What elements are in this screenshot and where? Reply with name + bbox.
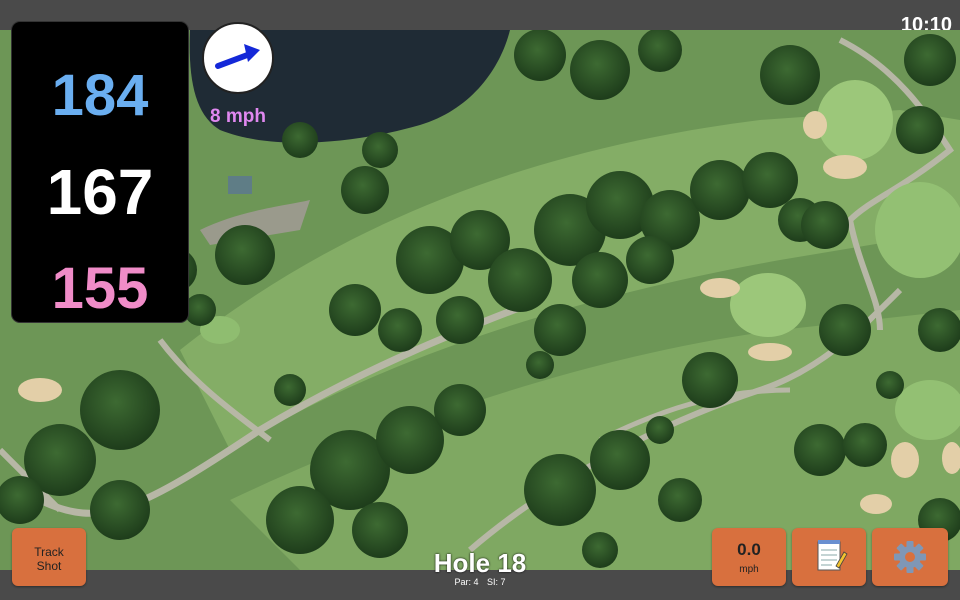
back-distance: 184: [51, 63, 149, 128]
wind-speed: 8 mph: [210, 106, 266, 127]
notepad-icon: [817, 540, 848, 571]
hole-title: Hole 18: [433, 548, 527, 578]
speed-unit: mph: [739, 564, 759, 575]
scorecard-notes-button[interactable]: [792, 528, 866, 586]
hole-stroke-index: SI: 7: [487, 577, 506, 587]
wind-indicator: [202, 22, 274, 94]
gear-icon: [894, 541, 926, 573]
distance-panel: 184 167 155: [12, 22, 188, 322]
front-distance: 155: [51, 256, 149, 321]
settings-button[interactable]: [872, 528, 948, 586]
track-shot-label-line1: Track: [34, 545, 64, 559]
speed-button[interactable]: 0.0 mph: [712, 528, 786, 586]
track-shot-button[interactable]: Track Shot: [12, 528, 86, 586]
hole-par: Par: 4: [454, 577, 479, 587]
hole-info: Par: 4 SI: 7: [380, 577, 580, 587]
speed-value: 0.0: [737, 540, 761, 559]
middle-distance: 167: [46, 156, 154, 228]
wind-arrow-icon: [215, 44, 260, 69]
track-shot-label-line2: Shot: [36, 559, 62, 573]
